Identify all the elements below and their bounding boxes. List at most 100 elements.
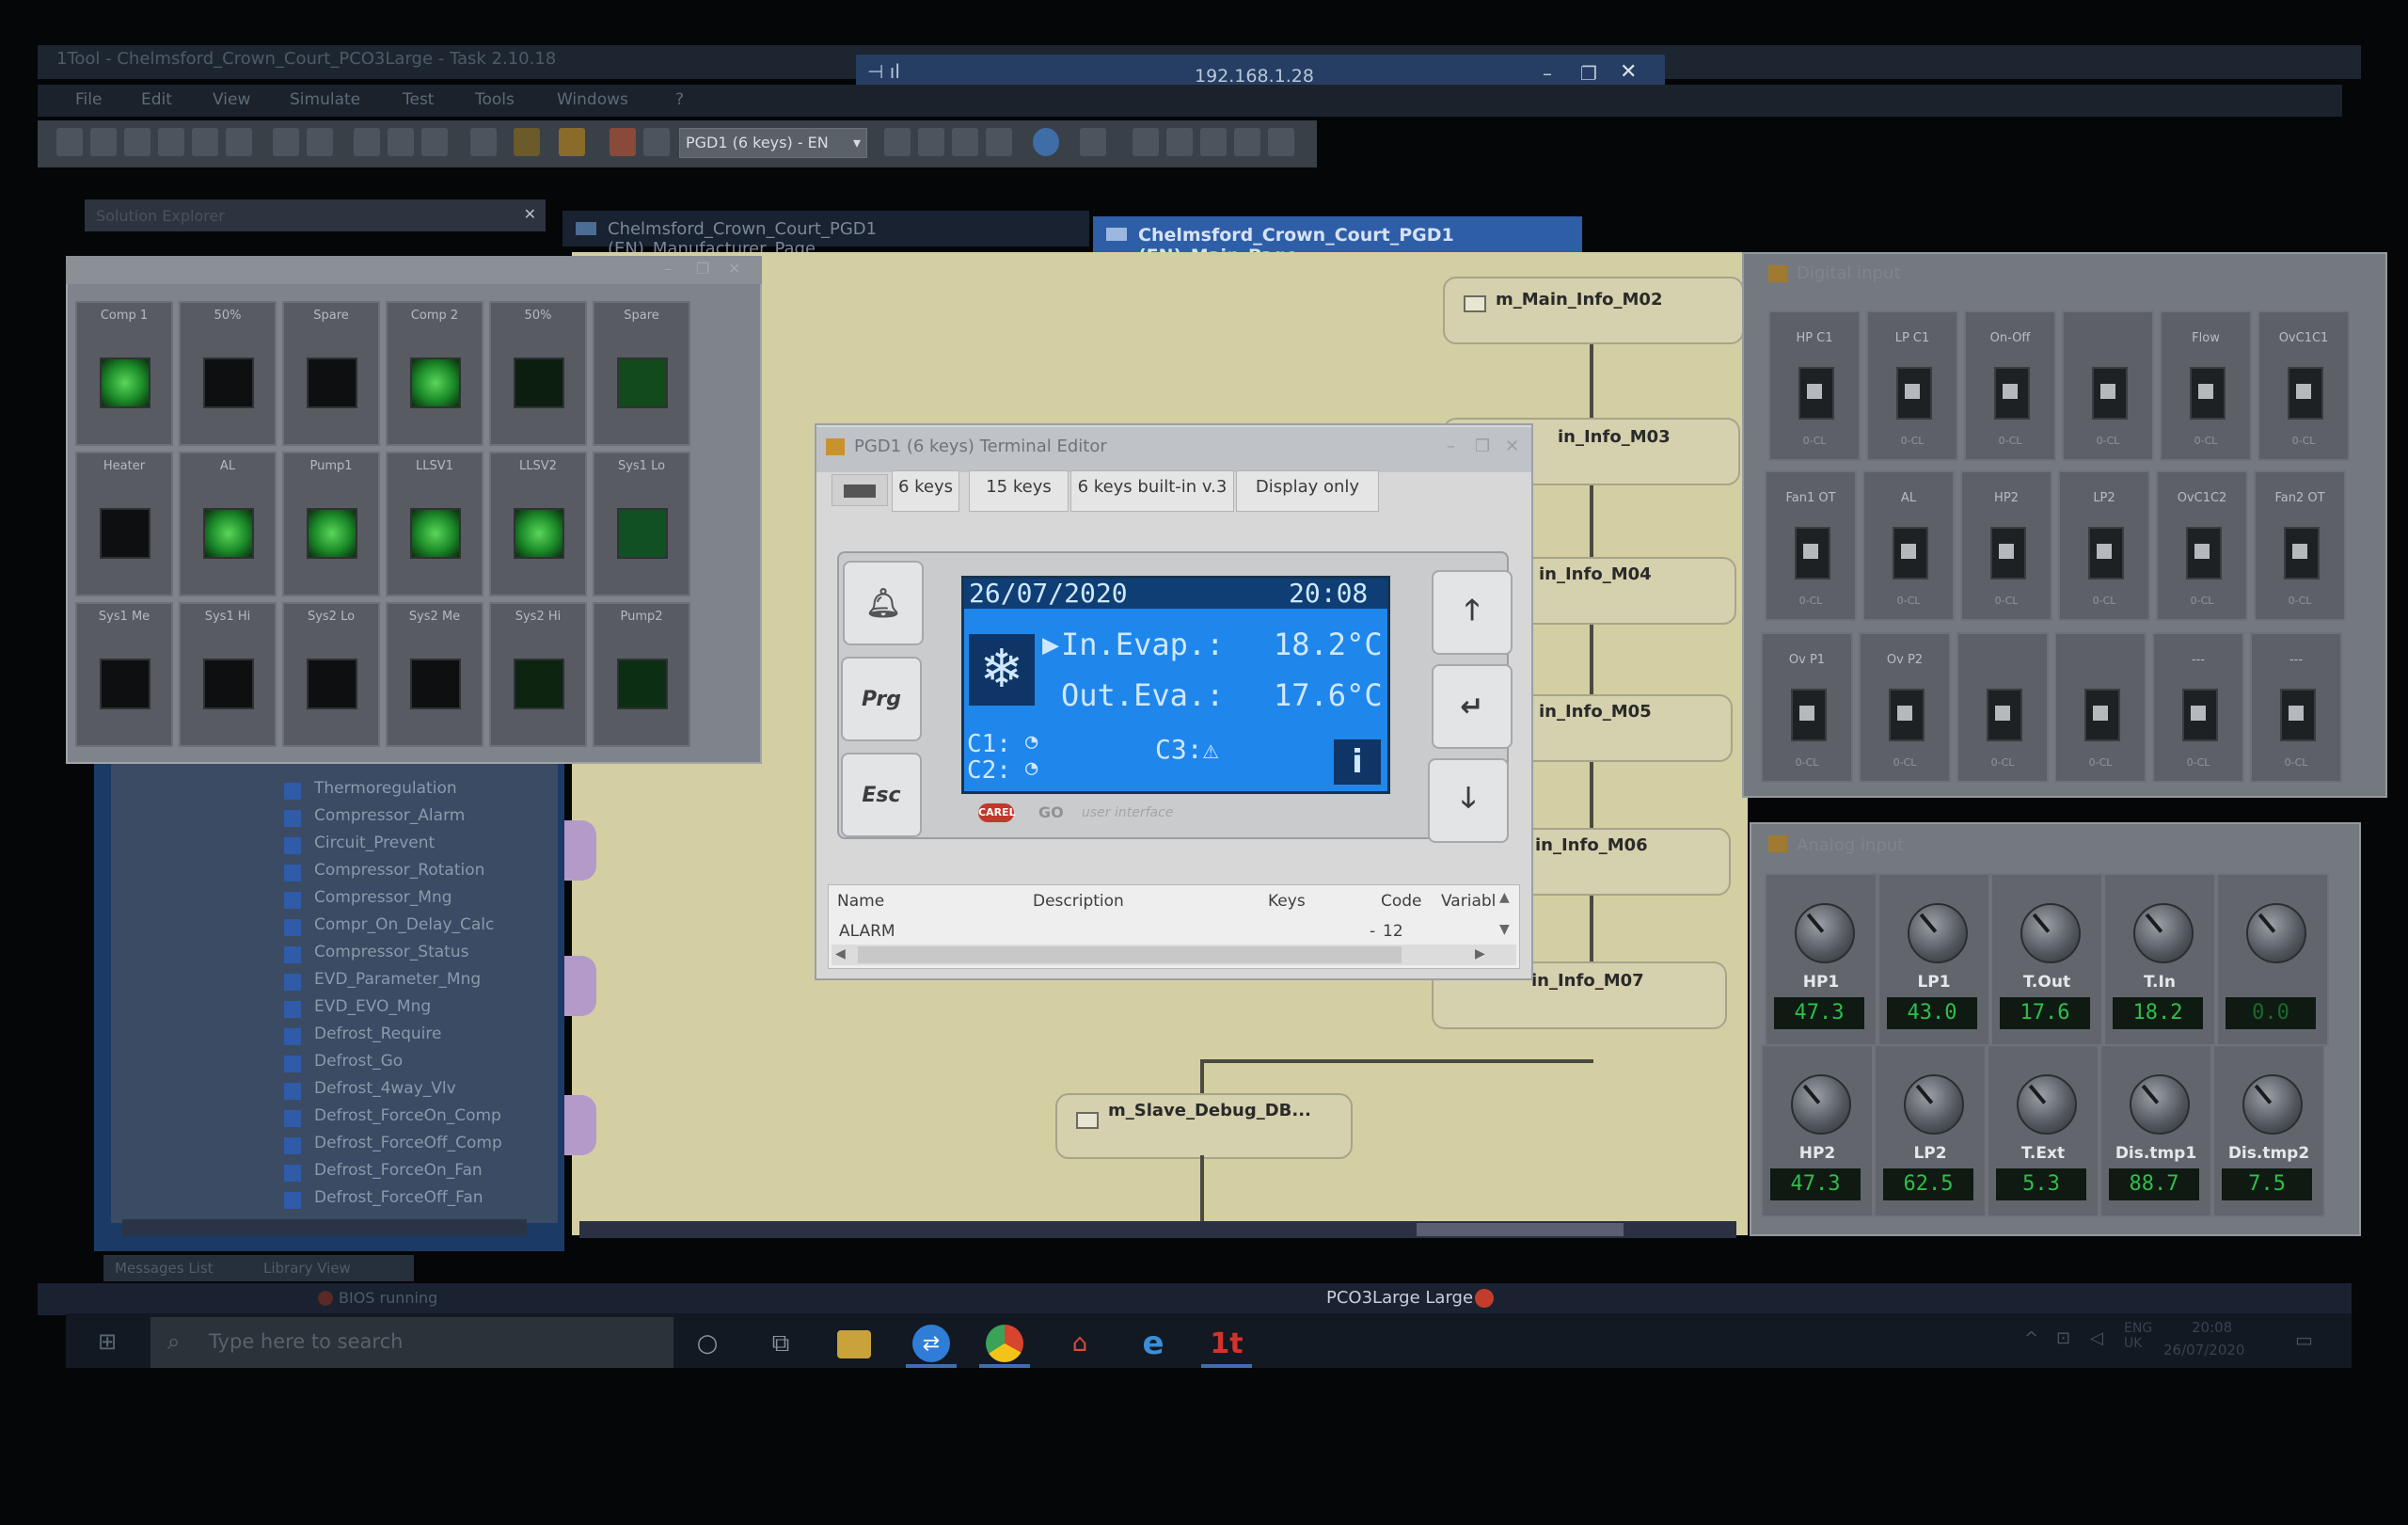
switch-icon[interactable] <box>2084 689 2120 741</box>
toolbar-build-icon[interactable] <box>354 128 380 156</box>
digital-input-cell[interactable]: 0-CL <box>2062 310 2154 461</box>
knob-icon[interactable] <box>1791 1074 1851 1135</box>
tree-item[interactable]: Defrost_ForceOff_Comp <box>314 1134 502 1152</box>
tree-item[interactable]: Compressor_Alarm <box>314 806 465 825</box>
knob-icon[interactable] <box>1795 903 1855 963</box>
toolbar-debug-icon[interactable] <box>421 128 448 156</box>
scroll-down-icon[interactable]: ▼ <box>1499 922 1510 937</box>
toolbar-copy-icon[interactable] <box>192 128 218 156</box>
tree-item[interactable]: Defrost_ForceOn_Comp <box>314 1106 501 1125</box>
knob-icon[interactable] <box>2020 903 2081 963</box>
ie-icon[interactable]: e <box>1134 1325 1172 1362</box>
cortana-icon[interactable]: ○ <box>689 1325 726 1362</box>
switch-icon[interactable] <box>1791 689 1827 741</box>
digital-input-cell[interactable]: On-Off 0-CL <box>1964 310 2056 461</box>
knob-icon[interactable] <box>2242 1074 2303 1135</box>
toolbar-layout-icon[interactable] <box>1166 128 1193 156</box>
close-icon[interactable]: ✕ <box>728 260 740 278</box>
prg-key[interactable]: Prg <box>841 657 922 741</box>
switch-icon[interactable] <box>2190 367 2226 420</box>
output-cell[interactable]: Comp 1 <box>75 301 173 446</box>
menu-help[interactable]: ? <box>675 90 684 109</box>
keyboard-icon[interactable] <box>832 474 888 506</box>
menu-edit[interactable]: Edit <box>141 90 172 109</box>
tree-item[interactable]: EVD_Parameter_Mng <box>314 970 481 989</box>
toolbar-paste-icon[interactable] <box>226 128 252 156</box>
switch-icon[interactable] <box>1798 367 1834 420</box>
toolbar-watch-icon[interactable] <box>559 128 585 156</box>
output-cell[interactable]: 50% <box>489 301 587 446</box>
tree-item[interactable]: Compr_On_Delay_Calc <box>314 915 494 934</box>
switch-icon[interactable] <box>1893 527 1928 580</box>
grid-scroll-thumb[interactable] <box>858 946 1402 963</box>
switch-icon[interactable] <box>1990 527 2026 580</box>
menu-file[interactable]: File <box>75 90 102 109</box>
flow-box-slave-debug[interactable]: m_Slave_Debug_DB... <box>1055 1093 1353 1159</box>
tree-item[interactable]: Compressor_Status <box>314 943 468 961</box>
knob-icon[interactable] <box>2246 903 2306 963</box>
toolbar-open-icon[interactable] <box>90 128 117 156</box>
output-cell[interactable]: Spare <box>282 301 380 446</box>
knob-icon[interactable] <box>2017 1074 2077 1135</box>
grid-header-keys[interactable]: Keys <box>1268 892 1306 911</box>
menu-test[interactable]: Test <box>403 90 434 109</box>
analog-input-cell[interactable]: T.Out 17.6 <box>1990 873 2103 1046</box>
analog-input-cell[interactable]: HP1 47.3 <box>1765 873 1877 1046</box>
grid-header-code[interactable]: Code <box>1381 892 1422 911</box>
volume-icon[interactable]: ◁ <box>2090 1328 2103 1348</box>
alarm-key[interactable]: 🔔︎ <box>843 561 924 645</box>
switch-icon[interactable] <box>1994 367 2030 420</box>
digital-input-cell[interactable]: Flow 0-CL <box>2160 310 2252 461</box>
restore-icon[interactable]: ❐ <box>696 260 709 278</box>
switch-icon[interactable] <box>2092 367 2128 420</box>
digital-output-panel-titlebar[interactable]: – ❐ ✕ <box>66 256 762 284</box>
tab-manufacturer-page[interactable]: Chelmsford_Crown_Court_PGD1 (EN)_Manufac… <box>562 211 1089 259</box>
tree-item[interactable]: Defrost_ForceOn_Fan <box>314 1161 483 1180</box>
tree-item[interactable]: Compressor_Rotation <box>314 861 484 880</box>
toolbar-grid-icon[interactable] <box>1133 128 1159 156</box>
down-key[interactable]: 🡓 <box>1428 758 1509 843</box>
toolbar-forward-icon[interactable] <box>1080 128 1106 156</box>
grid-cell-name[interactable]: ALARM <box>839 922 895 941</box>
close-icon[interactable]: ✕ <box>1620 60 1637 84</box>
menu-tools[interactable]: Tools <box>475 90 515 109</box>
switch-icon[interactable] <box>2288 367 2323 420</box>
toolbar-window-icon[interactable] <box>1200 128 1227 156</box>
up-key[interactable]: 🡑 <box>1432 570 1513 655</box>
file-explorer-icon[interactable] <box>837 1330 871 1358</box>
flow-box-m02[interactable]: m_Main_Info_M02 <box>1443 277 1744 344</box>
chrome-icon[interactable] <box>986 1325 1023 1362</box>
toolbar-undo-icon[interactable] <box>273 128 299 156</box>
tab-6-keys[interactable]: 6 keys <box>892 470 959 512</box>
tray-chevron-icon[interactable]: ^ <box>2024 1328 2038 1348</box>
output-cell[interactable]: 50% <box>179 301 277 446</box>
switch-icon[interactable] <box>2284 527 2320 580</box>
analog-input-cell[interactable]: LP1 43.0 <box>1877 873 1990 1046</box>
analog-input-cell[interactable]: T.Ext 5.3 <box>1987 1044 2099 1217</box>
tab-messages-list[interactable]: Messages List <box>115 1260 214 1277</box>
tree-item[interactable]: Defrost_Go <box>314 1052 403 1071</box>
analog-input-cell[interactable]: T.In 18.2 <box>2103 873 2216 1046</box>
menu-windows[interactable]: Windows <box>557 90 628 109</box>
tab-15-keys[interactable]: 15 keys <box>969 470 1069 512</box>
digital-input-cell[interactable]: --- 0-CL <box>2250 632 2342 783</box>
tree-item[interactable]: Compressor_Mng <box>314 888 452 907</box>
menu-view[interactable]: View <box>213 90 250 109</box>
close-icon[interactable]: ✕ <box>1505 437 1519 456</box>
toolbar-stepout-icon[interactable] <box>952 128 978 156</box>
grid-cell-code[interactable]: 12 <box>1383 922 1403 941</box>
digital-input-cell[interactable]: HP2 0-CL <box>1960 470 2052 621</box>
output-cell[interactable]: Sys2 Me <box>386 602 483 747</box>
minimize-icon[interactable]: – <box>1447 437 1455 456</box>
minimize-icon[interactable]: – <box>664 260 672 278</box>
taskbar-search[interactable]: ⌕ Type here to search <box>150 1317 673 1368</box>
digital-input-cell[interactable]: OvC1C2 0-CL <box>2156 470 2248 621</box>
grid-header-description[interactable]: Description <box>1033 892 1124 911</box>
terminal-select[interactable]: PGD1 (6 keys) - EN ▾ <box>679 128 867 158</box>
digital-input-cell[interactable]: LP C1 0-CL <box>1866 310 1958 461</box>
toolbar-redo-icon[interactable] <box>307 128 333 156</box>
output-cell[interactable]: Sys2 Hi <box>489 602 587 747</box>
output-cell[interactable]: Sys2 Lo <box>282 602 380 747</box>
analog-input-cell[interactable]: Dis.tmp2 7.5 <box>2212 1044 2325 1217</box>
digital-input-cell[interactable]: HP C1 0-CL <box>1768 310 1861 461</box>
